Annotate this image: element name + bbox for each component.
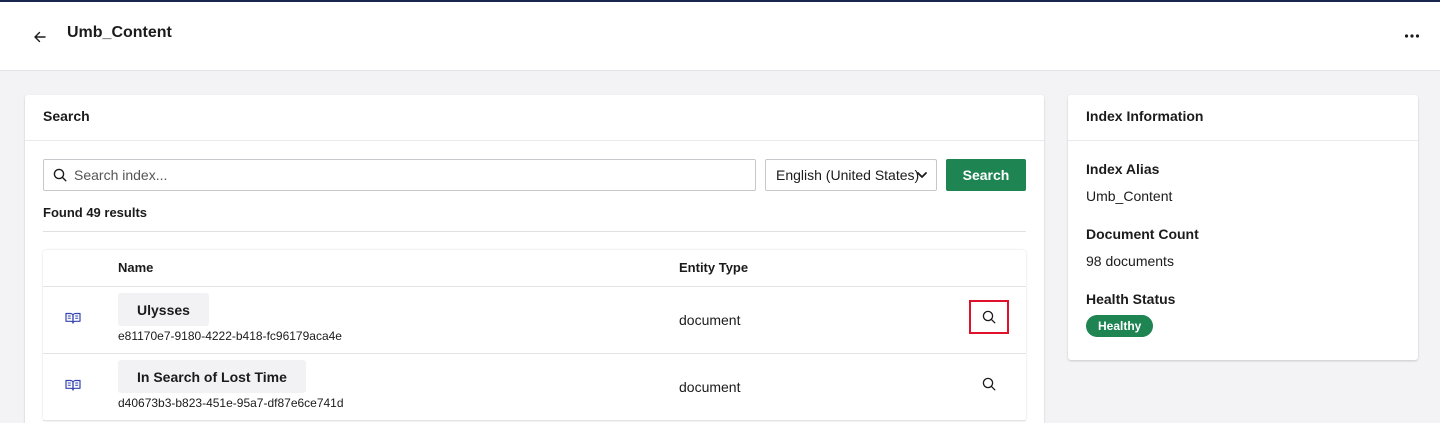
search-card-title: Search xyxy=(25,95,1044,141)
more-horizontal-icon xyxy=(1404,34,1420,38)
search-icon xyxy=(982,310,996,324)
status-badge: Healthy xyxy=(1086,315,1154,337)
index-info-body: Index Alias Umb_Content Document Count 9… xyxy=(1068,141,1418,337)
index-alias-value: Umb_Content xyxy=(1086,188,1173,204)
page-header: Umb_Content xyxy=(0,2,1440,71)
table-row: Ulysses e81170e7-9180-4222-b418-fc96179a… xyxy=(43,287,1026,354)
document-count-label: Document Count xyxy=(1086,226,1199,242)
search-input[interactable] xyxy=(74,161,755,189)
row-details-button[interactable] xyxy=(969,300,1009,334)
page-title: Umb_Content xyxy=(67,24,172,41)
back-button[interactable] xyxy=(26,25,54,49)
results-table: Name Entity Type Ulysses e81170e7-9180-4… xyxy=(43,250,1026,421)
document-count-value: 98 documents xyxy=(1086,253,1174,269)
more-actions-button[interactable] xyxy=(1398,24,1426,48)
column-header-entity-type: Entity Type xyxy=(679,260,749,275)
row-id: d40673b3-b823-451e-95a7-df87e6ce741d xyxy=(118,396,344,410)
index-alias-label: Index Alias xyxy=(1086,161,1160,177)
culture-select[interactable]: English (United States) xyxy=(765,159,937,191)
row-id: e81170e7-9180-4222-b418-fc96179aca4e xyxy=(118,329,342,343)
row-entity-type: document xyxy=(679,312,741,328)
row-entity-type: document xyxy=(679,379,741,395)
book-open-icon xyxy=(65,379,81,391)
row-name-button[interactable]: In Search of Lost Time xyxy=(118,360,306,393)
chevron-down-icon xyxy=(917,172,927,178)
search-icon xyxy=(44,168,74,182)
search-button[interactable]: Search xyxy=(946,159,1026,191)
index-info-title: Index Information xyxy=(1068,95,1418,141)
culture-select-value: English (United States) xyxy=(776,167,920,183)
search-row: English (United States) Search xyxy=(43,159,1026,191)
health-status-label: Health Status xyxy=(1086,291,1176,307)
search-card: Search English (United States) Search Fo… xyxy=(25,95,1044,423)
book-open-icon xyxy=(65,312,81,324)
column-header-name: Name xyxy=(118,260,154,275)
table-header: Name Entity Type xyxy=(43,250,1026,287)
row-name-button[interactable]: Ulysses xyxy=(118,293,209,326)
row-details-button[interactable] xyxy=(969,367,1009,401)
table-row: In Search of Lost Time d40673b3-b823-451… xyxy=(43,354,1026,421)
divider xyxy=(43,231,1026,232)
arrow-left-icon xyxy=(34,31,46,43)
search-icon xyxy=(982,377,996,391)
results-count: Found 49 results xyxy=(43,205,148,220)
index-info-card: Index Information Index Alias Umb_Conten… xyxy=(1068,95,1418,360)
search-field xyxy=(43,159,756,191)
